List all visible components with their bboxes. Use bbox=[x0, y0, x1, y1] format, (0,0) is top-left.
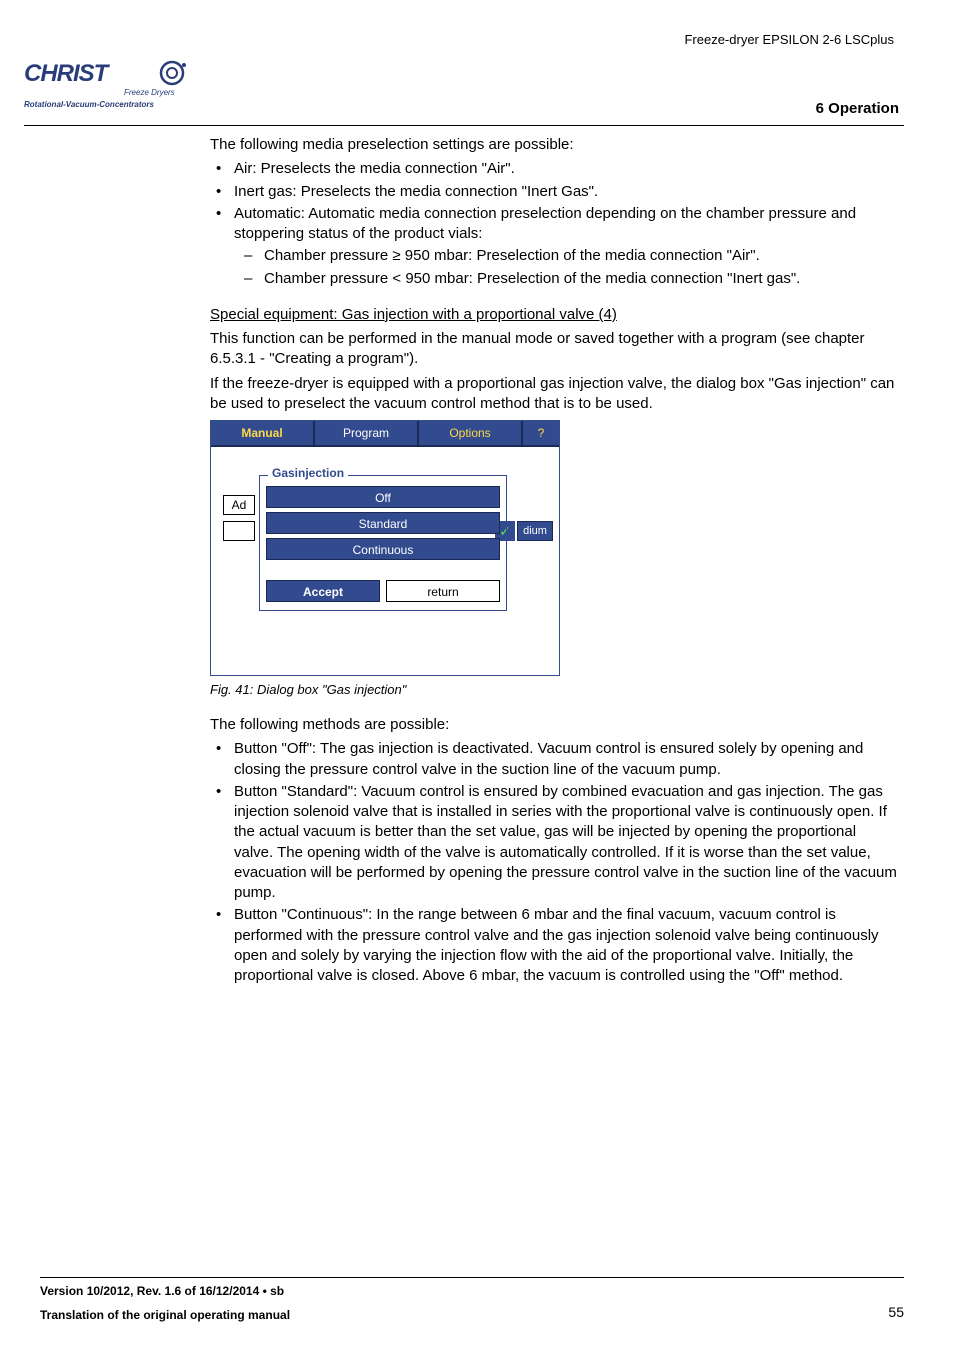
svg-text:Freeze Dryers: Freeze Dryers bbox=[124, 88, 175, 97]
main-content: The following media preselection setting… bbox=[210, 135, 899, 988]
option-off-button[interactable]: Off bbox=[266, 486, 500, 508]
dium-label: dium bbox=[517, 521, 553, 541]
svg-text:Rotational-Vacuum-Concentrator: Rotational-Vacuum-Concentrators bbox=[24, 100, 154, 109]
list-item: Air: Preselects the media connection "Ai… bbox=[210, 159, 899, 179]
version-line: Version 10/2012, Rev. 1.6 of 16/12/2014 … bbox=[40, 1284, 904, 1298]
empty-box bbox=[223, 521, 255, 541]
product-name: Freeze-dryer EPSILON 2-6 LSCplus bbox=[684, 32, 894, 47]
list-item-text: Automatic: Automatic media connection pr… bbox=[234, 205, 856, 242]
figure-caption: Fig. 41: Dialog box "Gas injection" bbox=[210, 682, 899, 697]
list-item: Button "Continuous": In the range betwee… bbox=[210, 905, 899, 986]
list-item: Button "Standard": Vacuum control is ens… bbox=[210, 782, 899, 904]
tab-help[interactable]: ? bbox=[523, 421, 559, 447]
tab-manual[interactable]: Manual bbox=[211, 421, 315, 447]
option-continuous-button[interactable]: Continuous bbox=[266, 538, 500, 560]
footer-divider bbox=[40, 1277, 904, 1278]
list-item: Inert gas: Preselects the media connecti… bbox=[210, 182, 899, 202]
methods-intro: The following methods are possible: bbox=[210, 715, 899, 735]
intro-text: The following media preselection setting… bbox=[210, 135, 899, 155]
tab-program[interactable]: Program bbox=[315, 421, 419, 447]
preselection-list: Air: Preselects the media connection "Ai… bbox=[210, 159, 899, 289]
gas-injection-panel: Gasinjection Off Standard Continuous Acc… bbox=[259, 475, 507, 611]
brand-logo: CHRIST Freeze Dryers Rotational-Vacuum-C… bbox=[24, 55, 204, 119]
header-divider bbox=[24, 125, 904, 126]
sub-list-item: Chamber pressure ≥ 950 mbar: Preselectio… bbox=[234, 246, 899, 266]
list-item: Automatic: Automatic media connection pr… bbox=[210, 204, 899, 289]
return-button[interactable]: return bbox=[386, 580, 500, 602]
gas-injection-dialog: Manual Program Options ? Ad ✓ dium Gasin… bbox=[210, 420, 560, 676]
section-title: 6 Operation bbox=[816, 100, 899, 117]
sub-list-item: Chamber pressure < 950 mbar: Preselectio… bbox=[234, 269, 899, 289]
accept-button[interactable]: Accept bbox=[266, 580, 380, 602]
svg-text:CHRIST: CHRIST bbox=[24, 60, 111, 87]
tab-options[interactable]: Options bbox=[419, 421, 523, 447]
special-p2: If the freeze-dryer is equipped with a p… bbox=[210, 374, 899, 415]
special-heading: Special equipment: Gas injection with a … bbox=[210, 305, 899, 325]
page-number: 55 bbox=[888, 1304, 904, 1320]
translation-line: Translation of the original operating ma… bbox=[40, 1308, 904, 1322]
methods-list: Button "Off": The gas injection is deact… bbox=[210, 739, 899, 986]
special-p1: This function can be performed in the ma… bbox=[210, 329, 899, 370]
list-item: Button "Off": The gas injection is deact… bbox=[210, 739, 899, 780]
option-standard-button[interactable]: Standard bbox=[266, 512, 500, 534]
page-footer: Version 10/2012, Rev. 1.6 of 16/12/2014 … bbox=[40, 1277, 904, 1322]
ad-label: Ad bbox=[223, 495, 255, 515]
panel-title: Gasinjection bbox=[268, 466, 348, 480]
